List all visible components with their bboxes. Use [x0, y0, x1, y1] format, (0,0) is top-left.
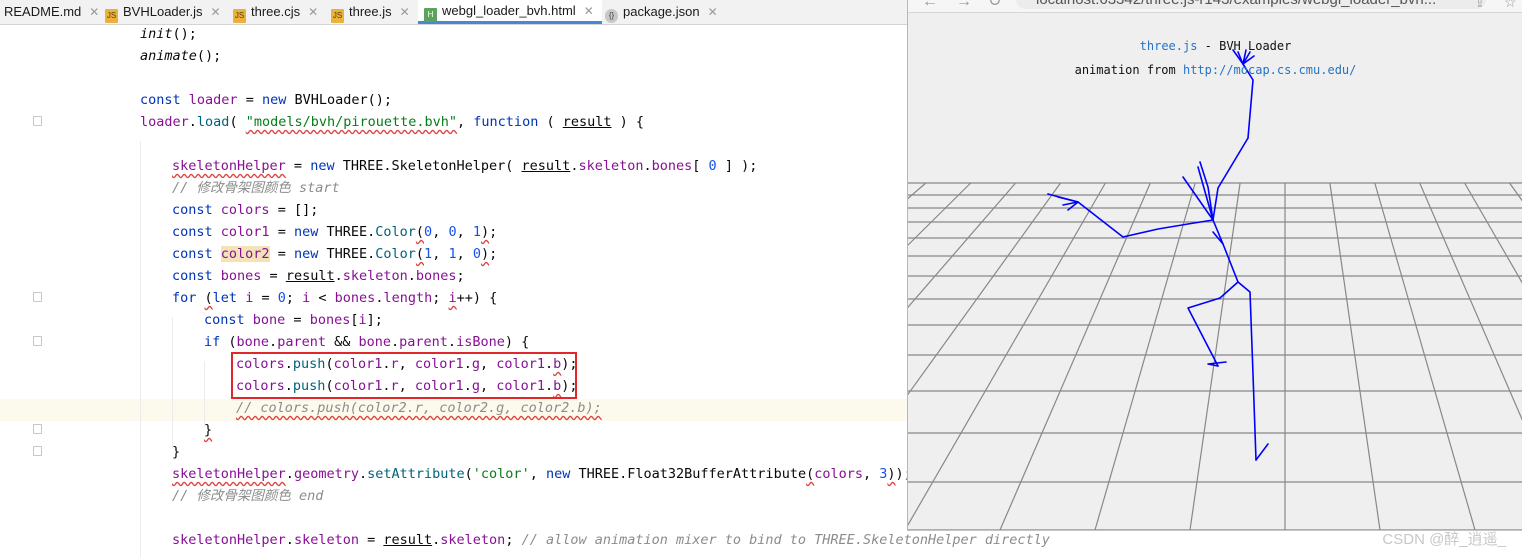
close-icon[interactable]: ✕ — [400, 5, 410, 19]
grid-line — [1509, 182, 1522, 202]
bvh-skeleton — [1047, 49, 1269, 461]
tab-label: package.json — [623, 4, 700, 19]
code-comment: // 修改骨架图颜色 start — [172, 180, 340, 196]
csdn-watermark: CSDN @醉_逍遥_ — [1382, 531, 1506, 548]
grid-line — [1094, 182, 1196, 530]
bone-segment — [1255, 443, 1269, 461]
close-icon[interactable]: ✕ — [308, 5, 318, 19]
threejs-link[interactable]: three.js — [1140, 39, 1198, 53]
js-file-icon: JS — [233, 9, 246, 23]
bone-segment — [1212, 219, 1239, 283]
code-line: } — [172, 444, 181, 460]
code-line: skeletonHelper = new THREE.SkeletonHelpe… — [172, 158, 758, 174]
code-editor[interactable]: init(); animate(); const loader = new BV… — [0, 25, 1050, 557]
reload-icon[interactable]: ↻ — [988, 0, 1001, 10]
code-line: loader.load( "models/bvh/pirouette.bvh",… — [140, 114, 645, 130]
bone-segment — [1187, 281, 1239, 367]
tab-label: README.md — [4, 4, 82, 19]
js-file-icon: JS — [105, 9, 118, 23]
grid-line — [1464, 182, 1522, 284]
tab-package-json[interactable]: {} package.json ✕ — [605, 0, 718, 24]
code-line: skeletonHelper.geometry.setAttribute('co… — [172, 466, 912, 482]
html-file-icon: H — [424, 8, 437, 22]
grid-line — [908, 182, 972, 246]
indent-guide — [140, 141, 141, 557]
tab-webgl-loader-bvh[interactable]: Hwebgl_loader_bvh.html ✕ — [418, 0, 602, 24]
tab-three-js[interactable]: JS three.js ✕ — [331, 0, 410, 24]
back-arrow-icon[interactable]: ← — [922, 0, 938, 10]
code-line: } — [204, 422, 213, 438]
red-highlight-box — [231, 352, 577, 399]
code-line: skeletonHelper.skeleton = result.skeleto… — [172, 532, 1050, 548]
code-line: const color2 = new THREE.Color(1, 1, 0); — [172, 246, 498, 262]
mocap-link[interactable]: http://mocap.cs.cmu.edu/ — [1183, 63, 1356, 77]
share-icon[interactable]: ⇪ — [1474, 0, 1486, 10]
json-file-icon: {} — [605, 9, 618, 23]
tab-label: three.cjs — [251, 4, 301, 19]
grid-line — [1329, 182, 1381, 530]
forward-arrow-icon[interactable]: → — [956, 0, 972, 10]
close-icon[interactable]: ✕ — [89, 5, 99, 19]
tab-label: BVHLoader.js — [123, 4, 203, 19]
code-line: animate(); — [140, 48, 222, 64]
code-line: const bone = bones[i]; — [204, 312, 383, 328]
code-line: init(); — [140, 26, 197, 42]
bookmark-star-icon[interactable]: ☆ — [1504, 0, 1517, 10]
tab-three-cjs[interactable]: JS three.cjs ✕ — [233, 0, 318, 24]
code-line: if (bone.parent && bone.parent.isBone) { — [204, 334, 530, 350]
bone-segment — [1057, 196, 1079, 203]
browser-window: ← → ↻ localhost:63342/three.js-r143/exam… — [907, 0, 1522, 531]
close-icon[interactable]: ✕ — [584, 4, 594, 18]
js-file-icon: JS — [331, 9, 344, 23]
grid-line — [1419, 182, 1522, 421]
tab-label: three.js — [349, 4, 392, 19]
bone-segment — [1197, 166, 1214, 221]
url-text: localhost:63342/three.js-r143/examples/w… — [1036, 0, 1436, 8]
webgl-canvas[interactable] — [908, 12, 1522, 530]
tab-readme[interactable]: README.md ✕ — [4, 0, 99, 24]
grid-line — [908, 182, 1017, 309]
tab-label: webgl_loader_bvh.html — [442, 3, 576, 18]
indent-guide — [172, 317, 173, 449]
info-prefix: animation from — [1074, 63, 1183, 77]
info-title: - BVH Loader — [1197, 39, 1292, 53]
code-line: for (let i = 0; i < bones.length; i++) { — [172, 290, 498, 306]
code-comment: // colors.push(color2.r, color2.g, color… — [236, 400, 602, 416]
address-bar[interactable]: localhost:63342/three.js-r143/examples/w… — [1016, 0, 1486, 9]
code-line: const colors = []; — [172, 202, 319, 218]
close-icon[interactable]: ✕ — [708, 5, 718, 19]
grid-line — [1374, 182, 1476, 530]
code-line: const loader = new BVHLoader(); — [140, 92, 393, 108]
tab-bvhloader[interactable]: JS BVHLoader.js ✕ — [105, 0, 221, 24]
info-overlay: three.js - BVH Loader animation from htt… — [908, 34, 1522, 82]
close-icon[interactable]: ✕ — [211, 5, 221, 19]
code-line: const bones = result.skeleton.bones; — [172, 268, 465, 284]
grid-line — [908, 182, 927, 200]
indent-guide — [204, 361, 205, 427]
code-comment: // 修改骨架图颜色 end — [172, 488, 324, 504]
code-line: const color1 = new THREE.Color(0, 0, 1); — [172, 224, 498, 240]
grid-line — [908, 182, 1061, 396]
